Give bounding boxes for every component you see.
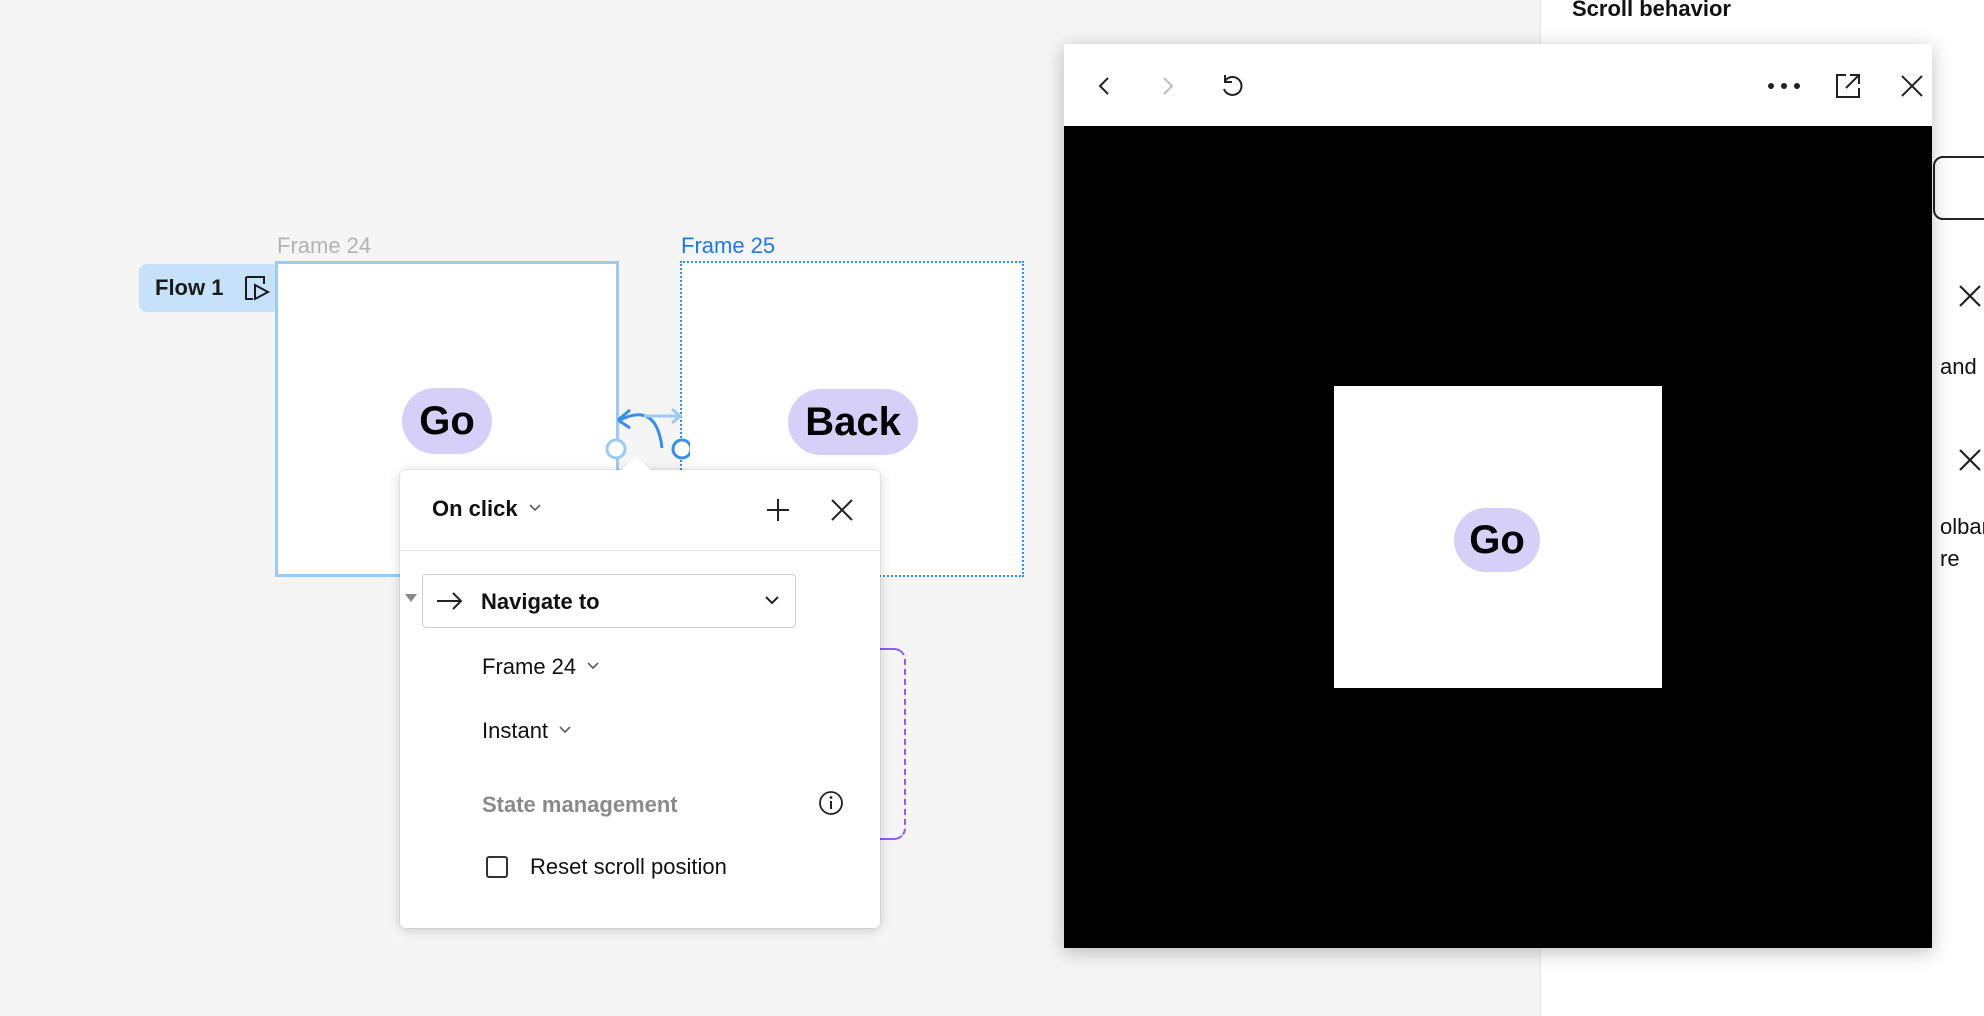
trigger-label: On click	[432, 496, 518, 521]
preview-frame: Go	[1334, 386, 1662, 688]
close-icon[interactable]	[828, 496, 856, 529]
frame-24-label[interactable]: Frame 24	[277, 233, 371, 259]
go-button[interactable]: Go	[1454, 508, 1540, 572]
action-label: Navigate to	[481, 589, 600, 614]
close-icon[interactable]	[1956, 446, 1984, 482]
go-button[interactable]: Go	[402, 388, 492, 454]
chevron-down-icon	[763, 593, 781, 612]
close-icon[interactable]	[1956, 282, 1984, 318]
animation-dropdown[interactable]: Instant	[482, 718, 572, 744]
reset-scroll-label: Reset scroll position	[530, 854, 727, 879]
more-icon[interactable]	[1762, 64, 1806, 108]
open-external-icon[interactable]	[1826, 64, 1870, 108]
back-button[interactable]: Back	[788, 389, 918, 455]
restart-icon[interactable]	[1210, 64, 1254, 108]
back-icon[interactable]	[1082, 64, 1126, 108]
destination-dropdown[interactable]: Frame 24	[482, 654, 600, 680]
chevron-down-icon	[528, 500, 542, 516]
interaction-details-popover: On click Navigate to Frame 24 Instant St…	[400, 456, 880, 928]
prototype-preview-window: Go	[1064, 44, 1932, 948]
panel-text-fragment: olbar	[1940, 514, 1984, 539]
popover-header: On click	[400, 470, 880, 551]
trigger-dropdown[interactable]: On click	[432, 496, 542, 522]
close-icon[interactable]	[1890, 64, 1934, 108]
add-icon[interactable]	[764, 496, 792, 529]
chevron-down-icon	[558, 722, 572, 738]
scroll-behavior-field[interactable]	[1933, 156, 1984, 220]
state-management-heading: State management	[482, 792, 678, 817]
play-flow-icon[interactable]	[243, 274, 271, 308]
panel-text-fragment: and	[1940, 354, 1977, 379]
flow-starting-point[interactable]: Flow 1	[139, 264, 279, 312]
scroll-behavior-heading: Scroll behavior	[1572, 0, 1731, 21]
chevron-down-icon	[586, 658, 600, 674]
destination-label: Frame 24	[482, 654, 577, 679]
action-dropdown[interactable]: Navigate to	[422, 574, 796, 628]
frame-25-label[interactable]: Frame 25	[681, 233, 775, 259]
flow-label: Flow 1	[155, 275, 224, 300]
info-icon[interactable]	[818, 790, 844, 821]
reset-scroll-checkbox[interactable]	[486, 856, 508, 878]
forward-icon[interactable]	[1146, 64, 1190, 108]
animation-label: Instant	[482, 718, 549, 743]
panel-text-fragment: re	[1940, 546, 1960, 571]
arrow-right-icon	[435, 589, 465, 618]
interaction-bracket	[880, 648, 906, 840]
preview-toolbar	[1064, 44, 1932, 126]
collapse-toggle-icon[interactable]	[405, 594, 417, 602]
